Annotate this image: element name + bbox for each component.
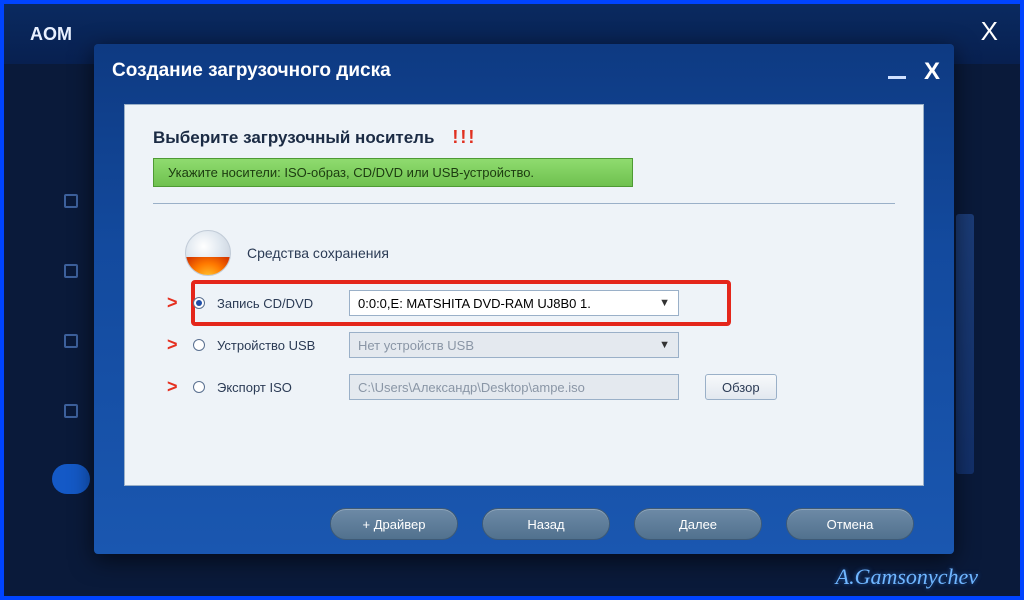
arrow-annotation: > bbox=[167, 377, 178, 398]
chevron-down-icon: ▼ bbox=[659, 339, 670, 351]
cd-drive-select[interactable]: 0:0:0,E: MATSHITA DVD-RAM UJ8B0 1. ▼ bbox=[349, 290, 679, 316]
option-burn-cd[interactable]: > Запись CD/DVD 0:0:0,E: MATSHITA DVD-RA… bbox=[173, 282, 895, 324]
app-title: AOM bbox=[30, 24, 72, 45]
usb-device-value: Нет устройств USB bbox=[358, 338, 474, 353]
dialog-title: Создание загрузочного диска bbox=[112, 44, 936, 98]
dialog-body: Выберите загрузочный носитель !!! Укажит… bbox=[124, 104, 924, 486]
media-options: > Запись CD/DVD 0:0:0,E: MATSHITA DVD-RA… bbox=[173, 282, 895, 408]
attention-mark: !!! bbox=[452, 127, 476, 148]
close-button[interactable]: X bbox=[924, 58, 940, 86]
option-usb[interactable]: > Устройство USB Нет устройств USB ▼ bbox=[173, 324, 895, 366]
bg-decor bbox=[64, 194, 78, 208]
iso-path-value: C:\Users\Александр\Desktop\ampe.iso bbox=[358, 380, 585, 395]
bootable-media-dialog: Создание загрузочного диска X Выберите з… bbox=[94, 44, 954, 554]
separator bbox=[153, 203, 895, 204]
disc-fire-icon bbox=[185, 230, 231, 276]
iso-path-field[interactable]: C:\Users\Александр\Desktop\ampe.iso bbox=[349, 374, 679, 400]
dialog-footer: + Драйвер Назад Далее Отмена bbox=[94, 508, 954, 540]
add-driver-button[interactable]: + Драйвер bbox=[330, 508, 458, 540]
chevron-down-icon: ▼ bbox=[659, 297, 670, 309]
next-button[interactable]: Далее bbox=[634, 508, 762, 540]
usb-device-select[interactable]: Нет устройств USB ▼ bbox=[349, 332, 679, 358]
bg-decor bbox=[52, 464, 90, 494]
bg-decor bbox=[64, 404, 78, 418]
dialog-header: Создание загрузочного диска X bbox=[94, 44, 954, 98]
arrow-annotation: > bbox=[167, 293, 178, 314]
storage-means-label: Средства сохранения bbox=[247, 245, 389, 261]
radio-export-iso[interactable] bbox=[193, 381, 205, 393]
arrow-annotation: > bbox=[167, 335, 178, 356]
minimize-button[interactable] bbox=[888, 76, 906, 79]
panel-subtitle: Выберите загрузочный носитель bbox=[153, 128, 434, 148]
bg-decor bbox=[956, 214, 974, 474]
option-label: Запись CD/DVD bbox=[217, 296, 337, 311]
cancel-button[interactable]: Отмена bbox=[786, 508, 914, 540]
hint-banner: Укажите носители: ISO-образ, CD/DVD или … bbox=[153, 158, 633, 187]
browse-button[interactable]: Обзор bbox=[705, 374, 777, 400]
radio-burn-cd[interactable] bbox=[193, 297, 205, 309]
bg-decor bbox=[64, 334, 78, 348]
option-label: Экспорт ISO bbox=[217, 380, 337, 395]
option-export-iso[interactable]: > Экспорт ISO C:\Users\Александр\Desktop… bbox=[173, 366, 895, 408]
app-close-button[interactable]: X bbox=[981, 16, 998, 47]
author-watermark: A.Gamsonychev bbox=[836, 564, 978, 590]
bg-decor bbox=[64, 264, 78, 278]
cd-drive-value: 0:0:0,E: MATSHITA DVD-RAM UJ8B0 1. bbox=[358, 296, 591, 311]
back-button[interactable]: Назад bbox=[482, 508, 610, 540]
radio-usb[interactable] bbox=[193, 339, 205, 351]
option-label: Устройство USB bbox=[217, 338, 337, 353]
